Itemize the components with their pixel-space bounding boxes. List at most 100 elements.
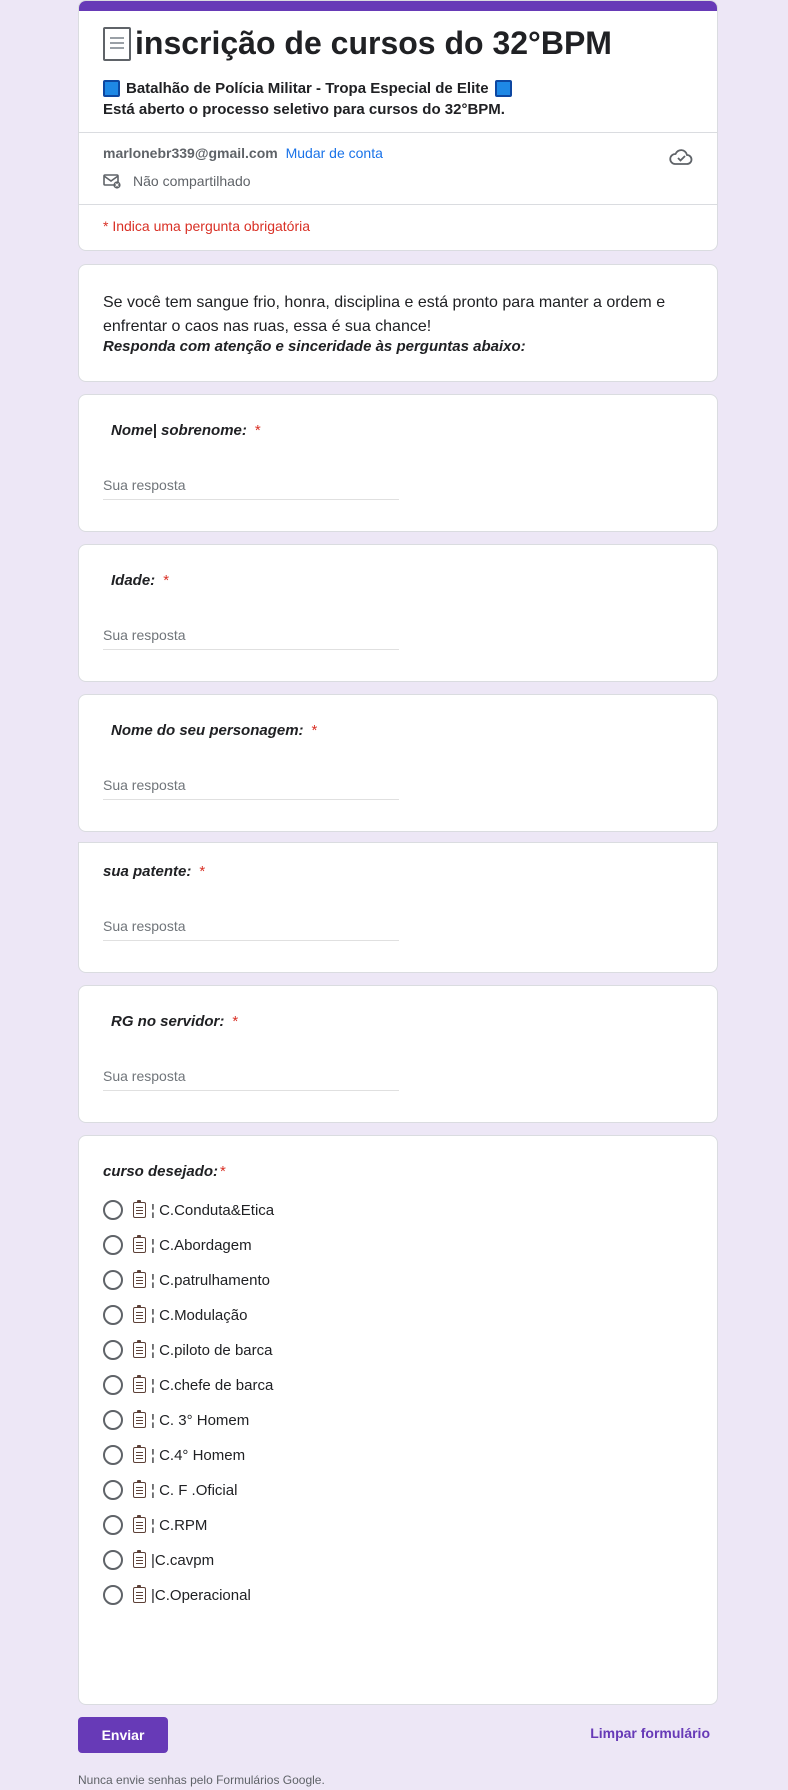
submit-button[interactable]: Enviar bbox=[78, 1717, 168, 1753]
question-card-age: Idade: * Sua resposta bbox=[78, 544, 718, 682]
course-option[interactable]: ¦ C.RPM bbox=[103, 1513, 207, 1537]
radio-button[interactable] bbox=[103, 1585, 123, 1605]
question-title-text: Idade: bbox=[111, 572, 156, 589]
course-option-label: ¦ C.Modulação bbox=[151, 1306, 248, 1324]
course-option[interactable]: ¦ C.chefe de barca bbox=[103, 1373, 273, 1397]
clipboard-icon bbox=[133, 1270, 146, 1288]
course-option[interactable]: ¦ C.patrulhamento bbox=[103, 1268, 270, 1292]
form-header-card: inscrição de cursos do 32°BPM Batalhão d… bbox=[78, 0, 718, 251]
clipboard-icon bbox=[133, 1375, 146, 1393]
radio-button[interactable] bbox=[103, 1480, 123, 1500]
rank-answer-input[interactable]: Sua resposta bbox=[103, 918, 399, 941]
course-option-label: ¦ C. F .Oficial bbox=[151, 1481, 238, 1499]
course-option[interactable]: ¦ C.4° Homem bbox=[103, 1443, 245, 1467]
course-option[interactable]: ¦ C.Modulação bbox=[103, 1303, 247, 1327]
course-option[interactable]: |C.cavpm bbox=[103, 1548, 214, 1572]
radio-button[interactable] bbox=[103, 1270, 123, 1290]
question-title-text: Nome do seu personagem: bbox=[111, 722, 304, 739]
course-option[interactable]: ¦ C.Abordagem bbox=[103, 1233, 252, 1257]
form-description-line1: Batalhão de Polícia Militar - Tropa Espe… bbox=[103, 80, 512, 97]
clipboard-icon bbox=[133, 1480, 146, 1498]
required-asterisk: * bbox=[220, 1163, 226, 1180]
form-title-text: inscrição de cursos do 32°BPM bbox=[135, 25, 612, 61]
course-option-label: ¦ C.piloto de barca bbox=[151, 1341, 273, 1359]
course-option-label: ¦ C.Conduta&Etica bbox=[151, 1201, 275, 1219]
form-description-text1: Batalhão de Polícia Militar - Tropa Espe… bbox=[126, 80, 489, 97]
clipboard-icon bbox=[133, 1305, 146, 1323]
question-title: RG no servidor: * bbox=[111, 1013, 238, 1030]
not-shared-text: Não compartilhado bbox=[133, 173, 251, 189]
clipboard-icon bbox=[133, 1235, 146, 1253]
required-asterisk: * bbox=[311, 722, 318, 739]
intro-card: Se você tem sangue frio, honra, discipli… bbox=[78, 264, 718, 382]
mail-crossed-icon bbox=[103, 174, 121, 189]
question-card-character: Nome do seu personagem: * Sua resposta bbox=[78, 694, 718, 832]
clipboard-icon bbox=[133, 1445, 146, 1463]
question-title-text: curso desejado: bbox=[103, 1163, 219, 1180]
question-title: Idade: * bbox=[111, 572, 169, 589]
radio-button[interactable] bbox=[103, 1375, 123, 1395]
form-title: inscrição de cursos do 32°BPM bbox=[103, 25, 612, 62]
course-option-label: ¦ C.chefe de barca bbox=[151, 1376, 274, 1394]
question-title-text: RG no servidor: bbox=[111, 1013, 225, 1030]
required-asterisk: * bbox=[232, 1013, 239, 1030]
rg-answer-input[interactable]: Sua resposta bbox=[103, 1068, 399, 1091]
question-card-rg: RG no servidor: * Sua resposta bbox=[78, 985, 718, 1123]
header-divider bbox=[79, 132, 717, 133]
question-title: Nome| sobrenome: * bbox=[111, 422, 261, 439]
header-accent-band bbox=[79, 1, 717, 11]
radio-button[interactable] bbox=[103, 1340, 123, 1360]
course-option-label: |C.cavpm bbox=[151, 1551, 215, 1569]
question-title: Nome do seu personagem: * bbox=[111, 722, 317, 739]
question-card-rank: sua patente: * Sua resposta bbox=[78, 842, 718, 973]
course-option-label: ¦ C.patrulhamento bbox=[151, 1271, 270, 1289]
not-shared-row: Não compartilhado bbox=[103, 173, 251, 189]
course-option-label: |C.Operacional bbox=[151, 1586, 251, 1604]
course-option[interactable]: ¦ C.piloto de barca bbox=[103, 1338, 272, 1362]
switch-account-link[interactable]: Mudar de conta bbox=[286, 145, 383, 161]
question-title-text: Nome| sobrenome: bbox=[111, 422, 247, 439]
intro-text: Se você tem sangue frio, honra, discipli… bbox=[103, 294, 666, 335]
radio-button[interactable] bbox=[103, 1515, 123, 1535]
header-divider-2 bbox=[79, 204, 717, 205]
age-answer-input[interactable]: Sua resposta bbox=[103, 627, 399, 650]
document-icon bbox=[103, 26, 131, 61]
course-option[interactable]: ¦ C. F .Oficial bbox=[103, 1478, 237, 1502]
intro-emphasis: Responda com atenção e sinceridade às pe… bbox=[103, 338, 526, 355]
account-row: marlonebr339@gmail.com Mudar de conta bbox=[103, 145, 383, 161]
course-option-label: ¦ C.RPM bbox=[151, 1516, 208, 1534]
required-asterisk: * bbox=[163, 572, 170, 589]
clipboard-icon bbox=[133, 1410, 146, 1428]
radio-button[interactable] bbox=[103, 1305, 123, 1325]
name-answer-input[interactable]: Sua resposta bbox=[103, 477, 399, 500]
radio-button[interactable] bbox=[103, 1410, 123, 1430]
course-option-label: ¦ C.4° Homem bbox=[151, 1446, 246, 1464]
clipboard-icon bbox=[133, 1585, 146, 1603]
required-note: * Indica uma pergunta obrigatória bbox=[103, 218, 311, 234]
course-option[interactable]: ¦ C.Conduta&Etica bbox=[103, 1198, 274, 1222]
blue-square-icon bbox=[494, 80, 512, 97]
course-option[interactable]: |C.Operacional bbox=[103, 1583, 251, 1607]
radio-button[interactable] bbox=[103, 1200, 123, 1220]
cloud-saved-icon[interactable] bbox=[669, 147, 693, 167]
radio-button[interactable] bbox=[103, 1235, 123, 1255]
course-option-label: ¦ C. 3° Homem bbox=[151, 1411, 250, 1429]
radio-button[interactable] bbox=[103, 1550, 123, 1570]
course-option[interactable]: ¦ C. 3° Homem bbox=[103, 1408, 249, 1432]
clipboard-icon bbox=[133, 1515, 146, 1533]
footer-note: Nunca envie senhas pelo Formulários Goog… bbox=[78, 1773, 325, 1787]
clipboard-icon bbox=[133, 1550, 146, 1568]
form-description-line2: Está aberto o processo seletivo para cur… bbox=[103, 101, 505, 118]
question-title: curso desejado: * bbox=[103, 1163, 226, 1180]
clipboard-icon bbox=[133, 1340, 146, 1358]
radio-button[interactable] bbox=[103, 1445, 123, 1465]
required-asterisk: * bbox=[199, 863, 206, 880]
clear-form-link[interactable]: Limpar formulário bbox=[590, 1725, 710, 1741]
question-card-course: curso desejado: * ¦ C.Conduta&Etica ¦ C.Ab… bbox=[78, 1135, 718, 1705]
account-email: marlonebr339@gmail.com bbox=[103, 145, 278, 161]
clipboard-icon bbox=[133, 1200, 146, 1218]
blue-square-icon bbox=[103, 80, 120, 97]
question-title-text: sua patente: bbox=[103, 863, 192, 880]
question-card-name: Nome| sobrenome: * Sua resposta bbox=[78, 394, 718, 532]
character-answer-input[interactable]: Sua resposta bbox=[103, 777, 399, 800]
